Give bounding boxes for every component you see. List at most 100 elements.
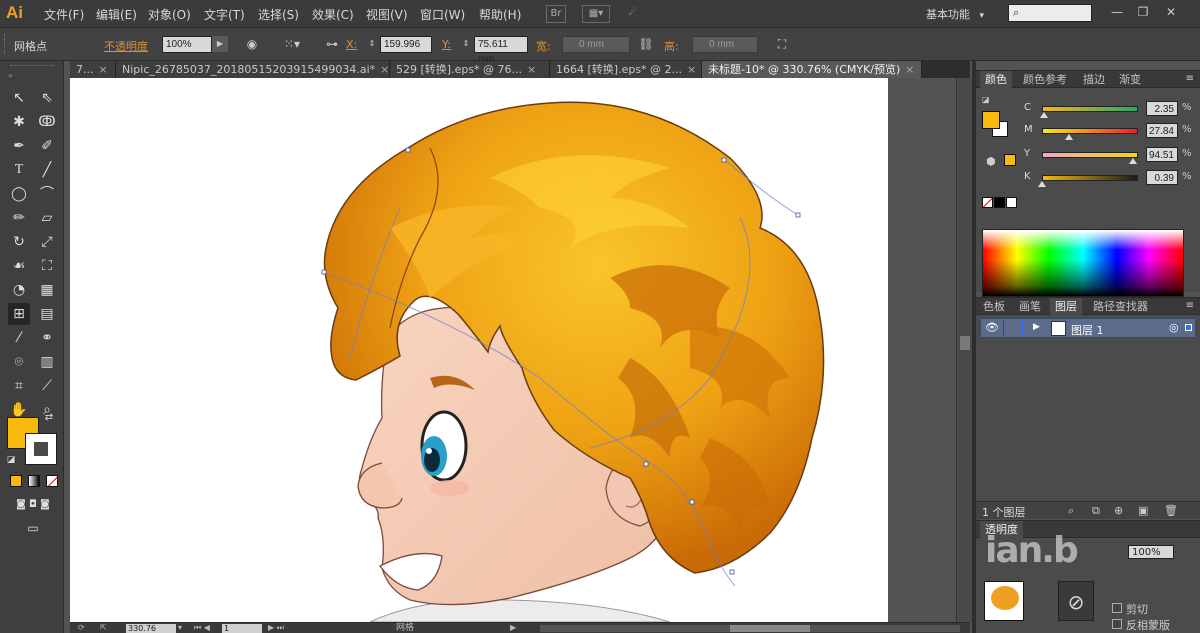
expand-arrow-icon[interactable]: ▶ [1033, 322, 1040, 332]
layer-name[interactable]: 图层 1 [1071, 322, 1104, 338]
close-icon[interactable]: × [527, 63, 536, 76]
collapse-icon[interactable]: » [8, 71, 13, 80]
mesh-tool-icon[interactable]: ⊞ [8, 303, 30, 325]
delete-icon[interactable]: 🗑 [1164, 504, 1178, 517]
slider-thumb[interactable] [1064, 134, 1073, 140]
shape-builder-tool-icon[interactable]: ◔ [8, 279, 30, 301]
width-field[interactable]: 0 mm [562, 36, 630, 53]
reference-point-icon[interactable]: ⁙▾ [280, 36, 304, 52]
close-icon[interactable]: × [380, 63, 389, 76]
lock-toggle[interactable] [1003, 320, 1017, 336]
fill-color-swatch[interactable] [982, 111, 1000, 129]
target-icon[interactable]: ◎ [1169, 321, 1179, 334]
direct-selection-tool-icon[interactable]: ⇖ [36, 87, 58, 109]
pencil-tool-icon[interactable]: ✏ [8, 207, 30, 229]
white-swatch[interactable] [1006, 197, 1017, 208]
screen-mode-icon[interactable]: ▭ [20, 519, 46, 537]
symbol-sprayer-tool-icon[interactable]: ⌾ [8, 351, 30, 373]
menu-object[interactable]: 对象(O) [148, 6, 191, 23]
maximize-button[interactable]: ❐ [1134, 4, 1152, 20]
menu-effect[interactable]: 效果(C) [312, 6, 354, 23]
slider-value-field[interactable]: 27.84 [1146, 123, 1178, 138]
slider-track[interactable] [1042, 128, 1138, 134]
slider-value-field[interactable]: 0.39 [1146, 170, 1178, 185]
selection-tool-icon[interactable]: ↖ [8, 87, 30, 109]
pen-tool-icon[interactable]: ✒ [8, 135, 30, 157]
make-mask-button[interactable]: ⊘ [1058, 581, 1094, 621]
none-swatch[interactable] [982, 197, 993, 208]
menu-type[interactable]: 文字(T) [204, 6, 245, 23]
slider-thumb[interactable] [1038, 181, 1047, 187]
free-transform-tool-icon[interactable]: ⛶ [36, 255, 58, 277]
menu-view[interactable]: 视图(V) [366, 6, 408, 23]
slider-thumb[interactable] [1128, 158, 1137, 164]
slider-thumb[interactable] [1040, 112, 1049, 118]
arrange-documents-icon[interactable]: ▦▾ [582, 5, 610, 23]
panel-menu-icon[interactable]: ≡ [1186, 300, 1194, 311]
gpu-performance-icon[interactable]: ☄ [622, 5, 644, 23]
black-swatch[interactable] [994, 197, 1005, 208]
perspective-grid-tool-icon[interactable]: ▦ [36, 279, 58, 301]
transform-icon[interactable]: ⛶ [774, 36, 790, 52]
x-stepper-icon[interactable]: ⇕ [366, 36, 378, 52]
visibility-eye-icon[interactable]: 👁 [985, 321, 999, 334]
tab-layers[interactable]: 图层 [1050, 298, 1082, 315]
opacity-field[interactable]: 100% [162, 36, 212, 53]
document-tab-active[interactable]: 未标题-10* @ 330.76% (CMYK/预览) × [702, 61, 922, 78]
artboard-tool-icon[interactable]: ⌗ [8, 375, 30, 397]
eraser-tool-icon[interactable]: ▱ [36, 207, 58, 229]
x-field[interactable]: 159.996 [380, 36, 432, 53]
grip-handle[interactable] [4, 34, 7, 54]
y-stepper-icon[interactable]: ⇕ [460, 36, 472, 52]
opacity-label[interactable]: 不透明度 [104, 38, 148, 54]
ellipse-tool-icon[interactable]: ◯ [8, 183, 30, 205]
yellow-slider[interactable]: Y 94.51 % [976, 145, 1200, 165]
search-input[interactable]: ⌕ [1008, 4, 1092, 22]
new-layer-icon[interactable]: ▣ [1138, 504, 1148, 517]
rotate-view-icon[interactable]: ⟳ [78, 623, 85, 632]
black-slider[interactable]: K 0.39 % [976, 168, 1200, 188]
tab-color-guide[interactable]: 颜色参考 [1018, 71, 1072, 88]
bridge-icon[interactable]: Br [546, 5, 566, 23]
close-icon[interactable]: × [687, 63, 696, 76]
scroll-thumb[interactable] [730, 625, 810, 632]
stroke-swatch[interactable] [25, 433, 57, 465]
create-sublayer-icon[interactable]: ⊕ [1114, 504, 1123, 517]
drawing-modes-icon[interactable]: ◙ ◘ ◙ [8, 497, 58, 513]
y-label[interactable]: Y: [442, 38, 451, 51]
rotate-tool-icon[interactable]: ↻ [8, 231, 30, 253]
scale-tool-icon[interactable]: ⤢ [36, 231, 58, 253]
default-colors-icon[interactable]: ◪ [4, 453, 18, 467]
tab-swatches[interactable]: 色板 [978, 298, 1010, 315]
y-field[interactable]: 75.611 mm [474, 36, 528, 65]
column-graph-tool-icon[interactable]: ▥ [36, 351, 58, 373]
magenta-slider[interactable]: M 27.84 % [976, 121, 1200, 141]
color-spectrum[interactable] [982, 229, 1184, 297]
opacity-dropdown-icon[interactable]: ▶ [212, 36, 228, 52]
lasso-tool-icon[interactable]: ↂ [36, 111, 58, 133]
close-icon[interactable]: × [99, 63, 108, 76]
menu-help[interactable]: 帮助(H) [479, 6, 521, 23]
type-tool-icon[interactable]: T [8, 159, 30, 181]
document-tab[interactable]: 7... × [70, 61, 116, 78]
first-page-icon[interactable]: ⏮ ◀ [194, 623, 210, 633]
make-clipping-mask-icon[interactable]: ⧉ [1092, 504, 1100, 518]
canvas[interactable] [70, 78, 958, 622]
selection-indicator-icon[interactable] [1185, 324, 1192, 331]
align-icon[interactable]: ⊶ [322, 36, 342, 52]
eyedropper-tool-icon[interactable]: ⁄ [8, 327, 30, 349]
invert-mask-checkbox[interactable] [1112, 619, 1122, 629]
document-tab[interactable]: Nipic_26785037_20180515203915499034.ai* × [116, 61, 390, 78]
horizontal-scrollbar[interactable] [540, 625, 960, 632]
menu-select[interactable]: 选择(S) [258, 6, 299, 23]
page-field[interactable]: 1 [222, 624, 262, 633]
workspace-switcher[interactable]: 基本功能 ▾ [926, 6, 984, 22]
zoom-dropdown-icon[interactable]: ▾ [178, 623, 182, 632]
slider-value-field[interactable]: 2.35 [1146, 101, 1178, 116]
cartoon-boy-artwork[interactable] [70, 78, 888, 622]
slider-track[interactable] [1042, 152, 1138, 158]
magic-wand-tool-icon[interactable]: ✱ [8, 111, 30, 133]
clip-checkbox[interactable] [1112, 603, 1122, 613]
cyan-slider[interactable]: C 2.35 % [976, 99, 1200, 119]
x-label[interactable]: X: [346, 38, 357, 51]
